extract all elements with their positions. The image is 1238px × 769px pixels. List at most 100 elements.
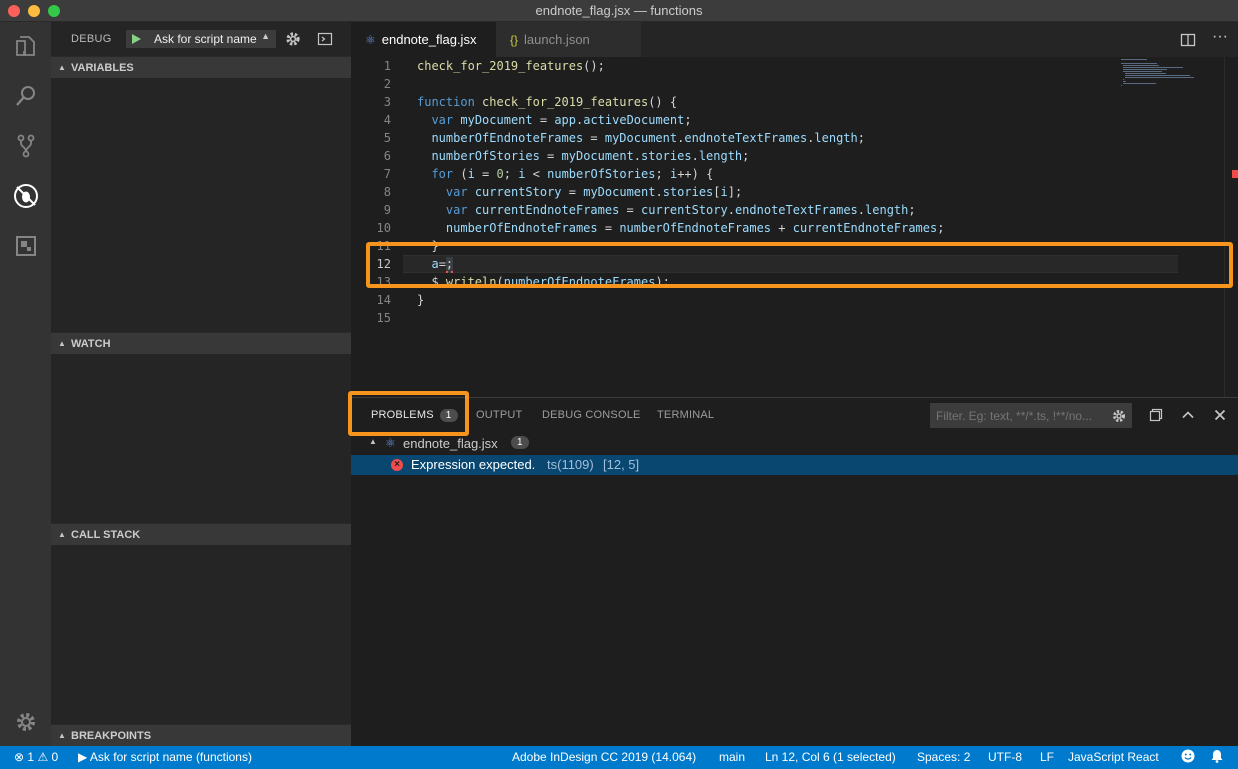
problem-position: [12, 5] [603,457,640,472]
code-line[interactable]: } [417,291,424,309]
line-number: 7 [383,167,391,181]
code-line[interactable]: numberOfStories = myDocument.stories.len… [417,147,749,165]
line-number: 6 [383,149,391,163]
problem-code: ts(1109) [547,457,594,472]
problems-filter-input[interactable] [930,403,1132,428]
section-title: BREAKPOINTS [71,730,152,742]
error-squiggle: ; [445,257,454,273]
collapse-all-icon[interactable] [1148,407,1164,423]
minimap-line [1123,69,1167,70]
code-editor[interactable]: 1 2 3 4 5 6 7 8 9 10 11 12 13 14 15 check_for_2019_fea… [351,57,1238,397]
line-number: 9 [383,203,391,217]
react-file-icon: ⚛ [365,32,376,47]
tab-terminal[interactable]: TERMINAL [657,409,714,421]
editor-scrollbar[interactable] [1224,57,1238,397]
notifications-bell-icon[interactable] [1209,748,1225,767]
code-area[interactable]: check_for_2019_features(); function check… [417,57,1177,397]
debug-config-label: Ask for script name (functions) [89,750,252,764]
line-number: 3 [383,95,391,109]
problem-file-group[interactable]: ▲ ⚛ endnote_flag.jsx 1 [351,433,1238,455]
variables-section-header[interactable]: ▲ VARIABLES [51,56,351,78]
tab-endnote-flag[interactable]: ⚛ endnote_flag.jsx [351,22,496,57]
language-mode-status[interactable]: JavaScript React [1068,750,1159,764]
line-number-gutter: 1 2 3 4 5 6 7 8 9 10 11 12 13 14 15 [351,57,403,397]
line-number: 2 [383,77,391,91]
line-number: 11 [376,239,391,253]
code-line[interactable]: var myDocument = app.activeDocument; [417,111,691,129]
watch-section-header[interactable]: ▲ WATCH [51,332,351,354]
error-icon: ⊗ [14,750,25,764]
code-line[interactable]: check_for_2019_features(); [417,57,605,75]
code-line[interactable]: var currentEndnoteFrames = currentStory.… [417,201,916,219]
minimap-line [1123,81,1126,82]
select-arrows-icon: ▲ [261,31,270,41]
explorer-icon[interactable] [0,22,51,70]
debug-sidebar: DEBUG Ask for script name ▲ ▲ VARIABLES … [51,22,351,746]
encoding-status[interactable]: UTF-8 [988,750,1022,764]
debug-label: DEBUG [71,33,112,45]
minimap[interactable] [1121,57,1231,97]
extensions-icon[interactable] [0,222,51,270]
line-number: 15 [376,311,391,325]
code-line[interactable]: for (i = 0; i < numberOfStories; i++) { [417,165,713,183]
expand-icon: ▲ [58,63,66,72]
problems-status[interactable]: ⊗ 1 ⚠ 0 [14,750,58,764]
window-title: endnote_flag.jsx — functions [535,3,703,18]
status-bar: ⊗ 1 ⚠ 0 ▶ Ask for script name (functions… [0,746,1238,769]
launch-config-value: Ask for script name [154,32,257,46]
target-app-status[interactable]: Adobe InDesign CC 2019 (14.064) [512,750,696,764]
panel-tabs: PROBLEMS 1 OUTPUT DEBUG CONSOLE TERMINAL [351,398,1238,433]
indentation-status[interactable]: Spaces: 2 [917,750,970,764]
line-number: 10 [376,221,391,235]
panel-tab-label: PROBLEMS [371,409,434,421]
debug-toolbar: DEBUG Ask for script name ▲ [51,22,351,56]
feedback-smiley-icon[interactable] [1180,748,1196,767]
tab-launch-json[interactable]: {} launch.json [496,22,641,57]
expand-icon: ▲ [58,339,66,348]
json-file-icon: {} [510,32,519,47]
debug-console-button[interactable] [317,31,333,47]
launch-config-select[interactable]: Ask for script name ▲ [146,30,276,48]
minimap-line [1123,65,1159,66]
tab-problems[interactable]: PROBLEMS 1 [371,409,458,422]
code-line[interactable]: function check_for_2019_features() { [417,93,677,111]
engine-status[interactable]: main [719,750,745,764]
code-line[interactable]: $.writeln(numberOfEndnoteFrames); [417,273,669,291]
section-title: CALL STACK [71,529,141,541]
source-control-icon[interactable] [0,122,51,170]
error-scroll-marker [1232,170,1238,178]
debug-config-status[interactable]: ▶ Ask for script name (functions) [78,750,252,764]
start-debugging-button[interactable] [126,30,146,48]
code-line[interactable]: numberOfEndnoteFrames = myDocument.endno… [417,129,865,147]
line-number: 14 [376,293,391,307]
cursor-position-status[interactable]: Ln 12, Col 6 (1 selected) [765,750,896,764]
filter-settings-icon[interactable] [1111,408,1127,424]
minimap-line [1123,71,1162,72]
minimap-line [1121,59,1147,60]
tab-label: launch.json [524,32,590,47]
code-line[interactable]: a=; [417,255,454,273]
code-line[interactable]: } [417,237,438,255]
bottom-panel: PROBLEMS 1 OUTPUT DEBUG CONSOLE TERMINAL … [351,397,1238,746]
problem-file-name: endnote_flag.jsx [403,436,498,451]
minimap-line [1121,63,1157,64]
file-problem-count: 1 [511,436,529,449]
close-panel-icon[interactable] [1212,407,1228,423]
search-icon[interactable] [0,72,51,120]
tab-debug-console[interactable]: DEBUG CONSOLE [542,409,641,421]
problem-row[interactable]: × Expression expected. ts(1109) [12, 5] [351,455,1238,475]
breakpoints-section-header[interactable]: ▲ BREAKPOINTS [51,724,351,746]
expand-icon: ▲ [58,530,66,539]
code-line[interactable]: numberOfEndnoteFrames = numberOfEndnoteF… [417,219,945,237]
line-number: 8 [383,185,391,199]
eol-status[interactable]: LF [1040,750,1054,764]
split-editor-button[interactable] [1180,32,1196,48]
open-launch-json-button[interactable] [284,30,302,48]
tab-output[interactable]: OUTPUT [476,409,522,421]
gear-icon[interactable] [0,698,51,746]
maximize-panel-icon[interactable] [1180,407,1196,423]
call-stack-section-header[interactable]: ▲ CALL STACK [51,523,351,545]
code-line[interactable]: var currentStory = myDocument.stories[i]… [417,183,742,201]
more-actions-icon[interactable]: ··· [1212,28,1228,46]
debug-icon[interactable] [0,172,51,220]
